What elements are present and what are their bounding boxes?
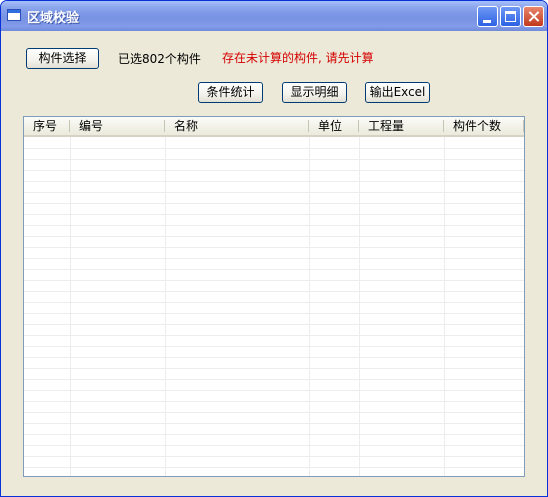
- grid-column-line: [444, 137, 445, 476]
- condition-stats-button[interactable]: 条件统计: [198, 82, 263, 103]
- column-header-code[interactable]: 编号: [70, 117, 165, 135]
- column-header-count[interactable]: 构件个数: [444, 117, 524, 135]
- grid-row-line: [24, 247, 524, 248]
- grid-row-line: [24, 346, 524, 347]
- grid-row-line: [24, 357, 524, 358]
- grid-row-line: [24, 236, 524, 237]
- grid-row-line: [24, 390, 524, 391]
- grid-row-line: [24, 467, 524, 468]
- export-excel-button[interactable]: 输出Excel: [365, 82, 430, 103]
- column-header-quantity[interactable]: 工程量: [359, 117, 444, 135]
- grid-row-line: [24, 148, 524, 149]
- grid-column-line: [70, 137, 71, 476]
- grid-row-line: [24, 335, 524, 336]
- window-icon: [7, 9, 21, 21]
- grid-row-line: [24, 291, 524, 292]
- grid-row-line: [24, 170, 524, 171]
- minimize-icon: [483, 20, 491, 23]
- close-button[interactable]: [523, 6, 544, 27]
- table-body: [24, 137, 524, 476]
- grid-row-line: [24, 203, 524, 204]
- grid-row-line: [24, 401, 524, 402]
- main-window: 区域校验 构件选择 已选802个构件 存在未计算的构件, 请先计算 条件统计 显…: [0, 0, 548, 497]
- table-header: 序号 编号 名称 单位 工程量 构件个数: [24, 117, 524, 137]
- component-select-button[interactable]: 构件选择: [26, 48, 99, 69]
- grid-column-line: [359, 137, 360, 476]
- title-bar[interactable]: 区域校验: [1, 1, 547, 31]
- grid-row-line: [24, 313, 524, 314]
- close-icon: [524, 7, 543, 26]
- maximize-button[interactable]: [500, 6, 521, 27]
- grid-row-line: [24, 456, 524, 457]
- grid-row-line: [24, 379, 524, 380]
- column-header-name[interactable]: 名称: [165, 117, 309, 135]
- show-details-button[interactable]: 显示明细: [282, 82, 347, 103]
- grid-row-line: [24, 280, 524, 281]
- grid-row-line: [24, 434, 524, 435]
- minimize-button[interactable]: [477, 6, 498, 27]
- selected-count-label: 已选802个构件: [118, 52, 201, 66]
- uncalculated-warning: 存在未计算的构件, 请先计算: [222, 51, 374, 65]
- grid-row-line: [24, 302, 524, 303]
- grid-row-line: [24, 445, 524, 446]
- grid-row-line: [24, 159, 524, 160]
- grid-row-line: [24, 258, 524, 259]
- grid-row-line: [24, 225, 524, 226]
- grid-row-line: [24, 269, 524, 270]
- grid-column-line: [165, 137, 166, 476]
- grid-row-line: [24, 423, 524, 424]
- grid-row-line: [24, 192, 524, 193]
- results-table[interactable]: 序号 编号 名称 单位 工程量 构件个数: [23, 116, 525, 477]
- column-header-unit[interactable]: 单位: [309, 117, 359, 135]
- grid-row-line: [24, 214, 524, 215]
- window-title: 区域校验: [27, 11, 80, 26]
- grid-row-line: [24, 324, 524, 325]
- grid-row-line: [24, 368, 524, 369]
- grid-row-line: [24, 181, 524, 182]
- column-header-index[interactable]: 序号: [24, 117, 70, 135]
- maximize-icon: [505, 11, 516, 22]
- grid-row-line: [24, 412, 524, 413]
- grid-column-line: [309, 137, 310, 476]
